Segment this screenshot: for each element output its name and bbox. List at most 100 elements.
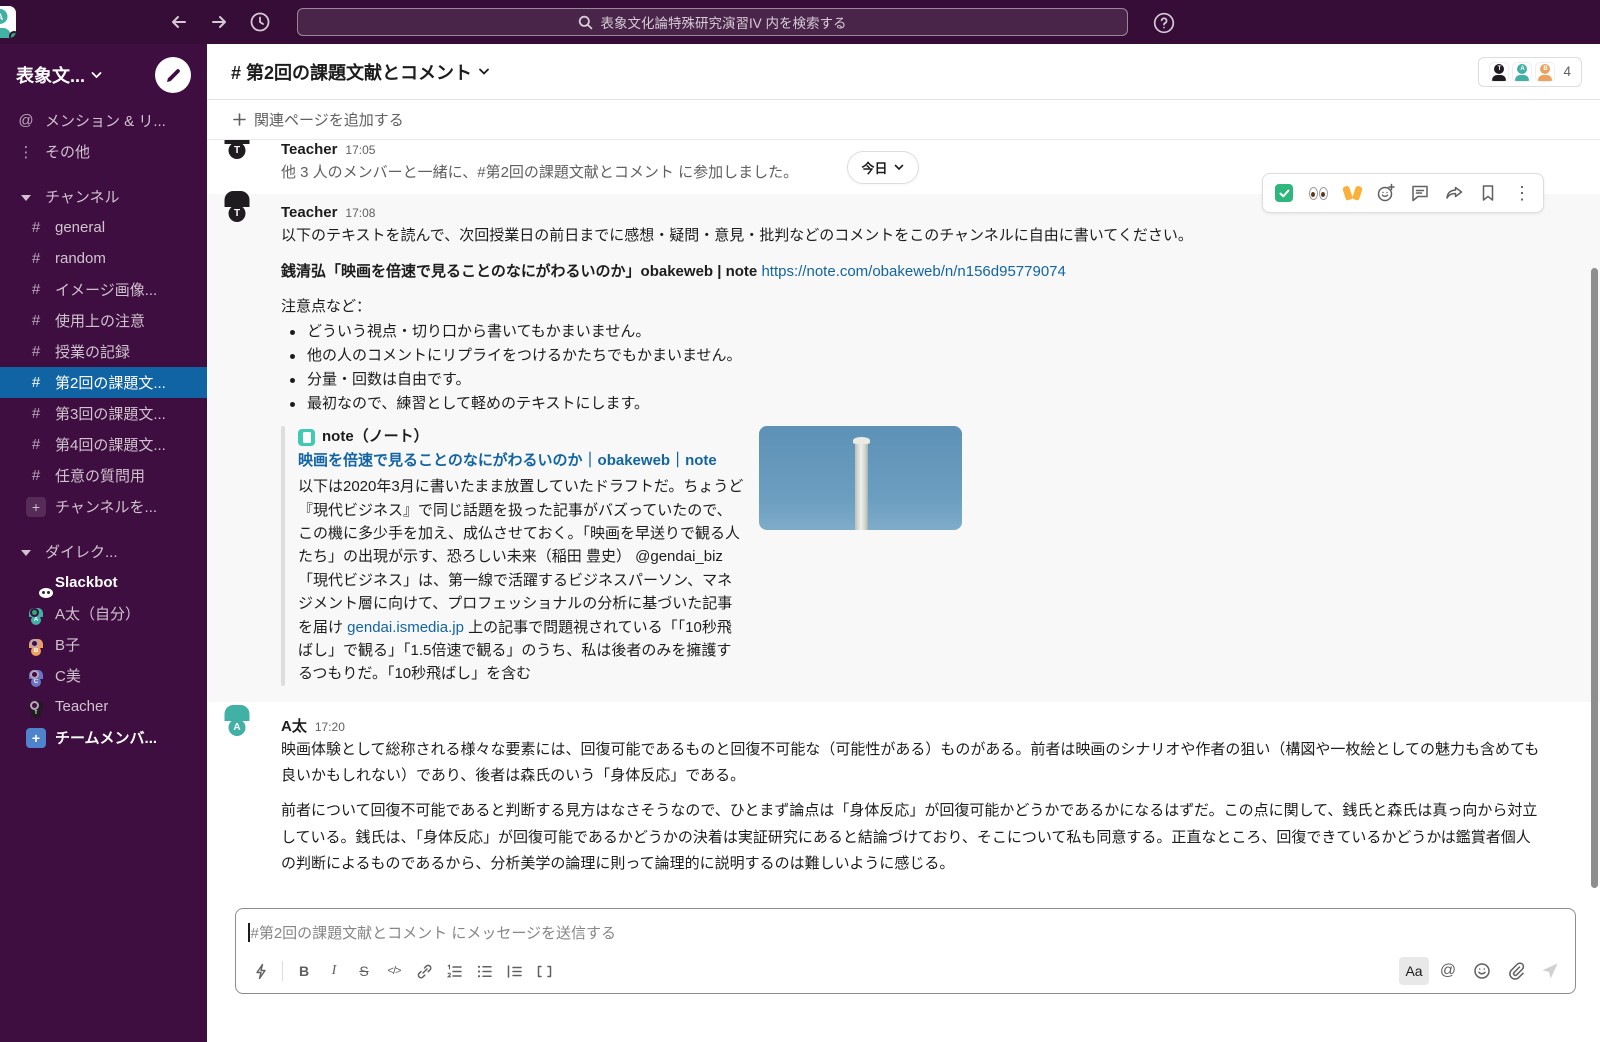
dm-self[interactable]: A A太（自分） <box>0 598 207 629</box>
bulleted-list-button[interactable] <box>469 957 499 985</box>
link-preview-card: note（ノート） 映画を倍速で見ることのなにがわるいのか｜obakeweb｜n… <box>281 426 1540 686</box>
channels-section-header[interactable]: チャンネル <box>0 181 207 212</box>
channel-header: # 第2回の課題文献とコメント T A B 4 <box>207 44 1600 100</box>
search-placeholder: 表象文化論特殊研究演習IV 内を検索する <box>600 12 846 32</box>
message-author[interactable]: A太 <box>281 716 307 737</box>
more-actions-icon[interactable]: ⋮ <box>1507 178 1537 208</box>
clock-icon <box>249 11 271 33</box>
ordered-list-button[interactable] <box>439 957 469 985</box>
user-avatar[interactable]: A <box>0 6 16 38</box>
inline-code-button[interactable]: </> <box>379 957 409 985</box>
message-composer: #第2回の課題文献とコメント にメッセージを送信する B I S </> <box>235 908 1576 994</box>
add-reaction-icon[interactable] <box>1371 178 1401 208</box>
dm-section-header[interactable]: ダイレク... <box>0 536 207 567</box>
sidebar-channel-usage-notes[interactable]: # 使用上の注意 <box>0 305 207 336</box>
channel-title-button[interactable]: # 第2回の課題文献とコメント <box>231 59 490 85</box>
vertical-scrollbar[interactable] <box>1591 268 1598 888</box>
sidebar-channel-general[interactable]: # general <box>0 212 207 243</box>
message-avatar[interactable]: T <box>237 202 273 686</box>
send-message-button[interactable] <box>1535 957 1565 985</box>
bold-button[interactable]: B <box>289 957 319 985</box>
message-input[interactable]: #第2回の課題文献とコメント にメッセージを送信する <box>236 909 1575 953</box>
add-channel-button[interactable]: + チャンネルを... <box>0 491 207 522</box>
composer-toolbar: B I S </> <box>236 953 1575 993</box>
sidebar-channel-session2-selected[interactable]: # 第2回の課題文... <box>0 367 207 398</box>
note-site-icon <box>298 429 315 446</box>
question-mark-icon <box>1152 11 1176 35</box>
mention-button[interactable]: @ <box>1433 957 1463 985</box>
reply-in-thread-icon[interactable] <box>1405 178 1435 208</box>
reaction-raised-hands-icon[interactable] <box>1337 178 1367 208</box>
message-timestamp[interactable]: 17:08 <box>345 205 375 222</box>
search-bar[interactable]: 表象文化論特殊研究演習IV 内を検索する <box>297 8 1128 36</box>
channel-members-button[interactable]: T A B 4 <box>1478 57 1582 87</box>
sidebar-item-mentions[interactable]: @ メンション & リ... <box>0 105 207 136</box>
unfurl-title-link[interactable]: 映画を倍速で見ることのなにがわるいのか｜obakeweb｜note <box>298 449 745 474</box>
member-avatar: A <box>1512 62 1532 82</box>
italic-button[interactable]: I <box>319 957 349 985</box>
sidebar-channel-session4[interactable]: # 第4回の課題文... <box>0 429 207 460</box>
message-timestamp[interactable]: 17:20 <box>315 719 345 736</box>
sidebar-channel-session3[interactable]: # 第3回の課題文... <box>0 398 207 429</box>
gendai-link[interactable]: gendai.ismedia.jp <box>347 619 464 636</box>
save-for-later-icon[interactable] <box>1473 178 1503 208</box>
history-back-button[interactable] <box>165 8 193 36</box>
channel-pane: # 第2回の課題文献とコメント T A B 4 関連ページを追加する 今日 <box>207 44 1600 1042</box>
vertical-dots-icon: ⋮ <box>16 143 36 161</box>
attach-file-icon[interactable] <box>1501 957 1531 985</box>
date-divider-pill[interactable]: 今日 <box>847 151 919 184</box>
share-message-icon[interactable] <box>1439 178 1469 208</box>
link-button[interactable] <box>409 957 439 985</box>
message-avatar[interactable]: T <box>237 140 273 186</box>
sidebar-channel-questions[interactable]: # 任意の質問用 <box>0 460 207 491</box>
note-article-link[interactable]: https://note.com/obakeweb/n/n156d9577907… <box>761 263 1065 280</box>
shortcuts-lightning-icon[interactable] <box>246 957 276 985</box>
invite-teammates-button[interactable]: + チームメンバ... <box>0 722 207 753</box>
hash-icon: # <box>26 405 46 422</box>
plus-icon: + <box>26 497 46 517</box>
workspace-sidebar: 表象文... @ メンション & リ... ⋮ その他 チャンネル # gene… <box>0 44 207 1042</box>
sidebar-item-more[interactable]: ⋮ その他 <box>0 136 207 167</box>
presence-offline-dot <box>30 670 39 679</box>
reaction-white-check-mark-icon[interactable] <box>1269 178 1299 208</box>
reading-assignment: 銭清弘「映画を倍速で見ることのなにがわるいのか」obakeweb | note … <box>281 259 1540 285</box>
history-forward-button[interactable] <box>205 8 233 36</box>
search-icon <box>578 15 593 30</box>
dm-teacher[interactable]: T Teacher <box>0 691 207 722</box>
sidebar-channel-images[interactable]: # イメージ画像... <box>0 274 207 305</box>
hash-icon: # <box>26 467 46 484</box>
history-menu-button[interactable] <box>246 8 274 36</box>
help-button[interactable] <box>1152 10 1177 35</box>
sidebar-channel-class-records[interactable]: # 授業の記録 <box>0 336 207 367</box>
reaction-eyes-icon[interactable] <box>1303 178 1333 208</box>
dm-cmi[interactable]: C C美 <box>0 660 207 691</box>
new-message-button[interactable] <box>155 57 191 93</box>
presence-offline-dot <box>30 639 39 648</box>
strikethrough-button[interactable]: S <box>349 957 379 985</box>
add-canvas-tab-button[interactable]: 関連ページを追加する <box>233 109 404 130</box>
dm-bko[interactable]: B B子 <box>0 629 207 660</box>
hash-icon: # <box>26 219 46 236</box>
message-timestamp[interactable]: 17:05 <box>345 142 375 159</box>
code-block-button[interactable] <box>529 957 559 985</box>
toolbar-divider <box>282 961 283 981</box>
message-author[interactable]: Teacher <box>281 140 337 160</box>
list-item: 分量・回数は自由です。 <box>281 368 1540 392</box>
message-list[interactable]: 今日 T Teacher 17:05 他 3 人のメンバーと一緒に、#第2回の課… <box>207 140 1600 902</box>
canvas-tab-bar: 関連ページを追加する <box>207 100 1600 140</box>
workspace-switcher[interactable]: 表象文... <box>16 62 102 88</box>
message-avatar[interactable]: A <box>237 716 273 877</box>
show-formatting-button[interactable]: Aa <box>1399 957 1429 985</box>
emoji-picker-button[interactable] <box>1467 957 1497 985</box>
list-item: 他の人のコメントにリプライをつけるかたちでもかまいません。 <box>281 344 1540 368</box>
sidebar-channel-random[interactable]: # random <box>0 243 207 274</box>
blockquote-button[interactable] <box>499 957 529 985</box>
member-avatar: T <box>1489 62 1509 82</box>
hash-icon: # <box>26 281 46 298</box>
message-teacher-1708: ⋮ T Teacher 17:08 以下のテキストを読んで、次回授業日の前日まで… <box>207 194 1600 702</box>
unfurl-thumbnail-image[interactable] <box>759 426 962 530</box>
message-author[interactable]: Teacher <box>281 202 337 223</box>
arrow-left-icon <box>169 12 189 32</box>
dm-slackbot[interactable]: Slackbot <box>0 567 207 598</box>
channel-reference[interactable]: #第2回の課題文献とコメント <box>477 164 674 181</box>
